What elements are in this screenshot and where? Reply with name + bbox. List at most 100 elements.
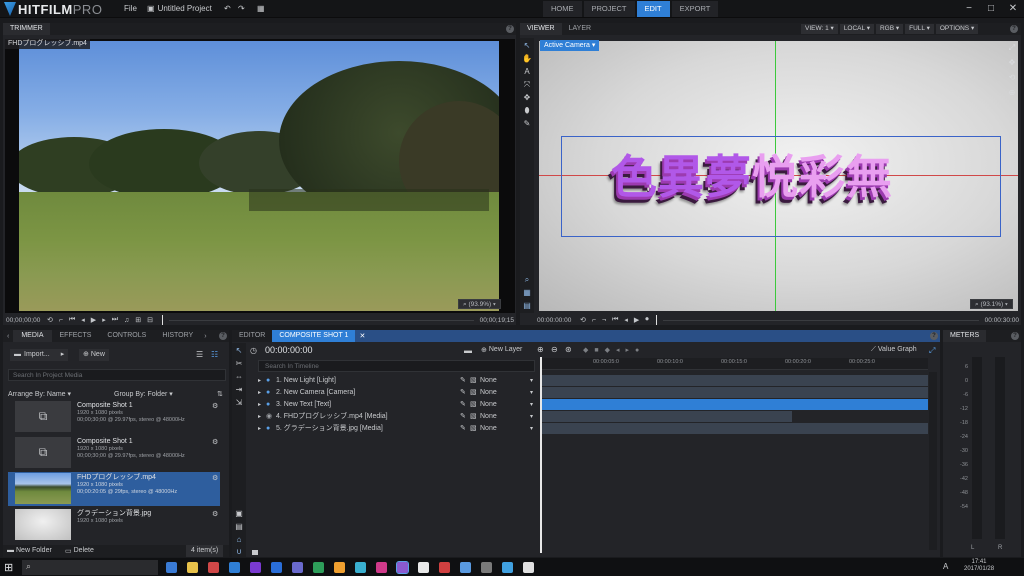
editor-timecode[interactable]: 00:00:00:00 — [265, 345, 313, 355]
local-dropdown[interactable]: LOCAL ▾ — [839, 24, 874, 34]
timeline-playhead[interactable] — [540, 357, 542, 553]
track-bar-light[interactable] — [542, 375, 928, 386]
taskbar-app-icon[interactable] — [355, 562, 366, 573]
taskbar-app-icon[interactable] — [418, 562, 429, 573]
taskbar-search-box[interactable] — [22, 560, 158, 575]
hand-tool-icon[interactable]: ✋ — [521, 53, 533, 65]
taskbar-app-icon[interactable] — [166, 562, 177, 573]
chevron-right-icon[interactable]: › — [201, 333, 209, 340]
media-item[interactable]: ⧉ Composite Shot 1 1920 x 1080 pixels 00… — [8, 400, 220, 434]
zoom-in-icon[interactable]: ⊕ — [1006, 87, 1018, 99]
slip-tool-icon[interactable]: ⇔ — [233, 371, 245, 383]
visibility-icon[interactable]: ● — [266, 401, 276, 408]
gear-icon[interactable]: ⚙ — [212, 438, 218, 446]
new-folder-button[interactable]: ▬ New Folder — [7, 547, 52, 554]
zoom-slider-handle[interactable] — [252, 550, 258, 555]
media-item[interactable]: グラデーション背景.jpg 1920 x 1080 pixels — [8, 508, 220, 542]
remove-marker-icon[interactable]: ⊖ — [551, 345, 558, 354]
options-dropdown[interactable]: OPTIONS ▾ — [935, 24, 979, 34]
volume-icon[interactable]: ♫ — [124, 317, 129, 324]
pen-tool-icon[interactable]: ✎ — [521, 118, 533, 130]
slice-tool-icon[interactable]: ✂ — [233, 358, 245, 370]
tab-export[interactable]: EXPORT — [671, 1, 719, 17]
visibility-icon[interactable]: ● — [266, 377, 276, 384]
track-bar-text[interactable] — [542, 399, 928, 410]
help-icon[interactable]: ? — [1010, 25, 1018, 33]
motion-blur-icon[interactable]: ▧ — [470, 376, 480, 384]
close-icon[interactable]: ✕ — [1006, 2, 1020, 16]
gear-icon[interactable]: ⚙ — [212, 402, 218, 410]
tab-edit[interactable]: EDIT — [636, 1, 670, 17]
timeline-search-input[interactable]: Search In Timeline — [258, 360, 535, 372]
clock[interactable]: 17:41 2017/01/28 — [964, 559, 994, 573]
help-icon[interactable]: ? — [930, 332, 938, 340]
transform-tool-icon[interactable]: ⤧ — [521, 79, 533, 91]
safe-area-icon[interactable]: ▤ — [521, 300, 533, 312]
zoom-tool-icon[interactable]: ⌕ — [521, 274, 533, 286]
add-marker-icon[interactable]: ⊕ — [537, 345, 544, 354]
viewer-canvas[interactable]: 色異夢悦彩無 — [539, 41, 1018, 311]
pen-icon[interactable]: ✎ — [460, 424, 470, 432]
ripple-tool-icon[interactable]: ⇥ — [233, 384, 245, 396]
taskbar-app-icon[interactable] — [334, 562, 345, 573]
help-icon[interactable]: ? — [219, 332, 227, 340]
mark-in-icon[interactable]: ⌐ — [59, 317, 63, 324]
layer-row[interactable]: ▸ ● 5. グラデーション背景.jpg [Media] ✎ ▧ None ▾ — [258, 422, 535, 434]
tab-media[interactable]: MEDIA — [13, 330, 52, 342]
tab-controls[interactable]: CONTROLS — [99, 330, 154, 342]
taskbar-app-icon[interactable] — [187, 562, 198, 573]
track-bar-camera[interactable] — [542, 387, 928, 398]
step-forward-icon[interactable]: ▸ — [102, 316, 106, 324]
value-graph-button[interactable]: ⟋ Value Graph — [871, 346, 917, 354]
viewer-zoom[interactable]: ⌕ (93.1%) ▾ — [970, 299, 1013, 309]
pan-icon[interactable]: ✥ — [1006, 57, 1018, 69]
snap-icon[interactable]: ⌂ — [233, 534, 245, 546]
go-start-icon[interactable]: ⏮ — [612, 316, 618, 324]
tab-composite-shot[interactable]: COMPOSITE SHOT 1 — [272, 330, 356, 342]
view-dropdown[interactable]: VIEW: 1 ▾ — [801, 24, 838, 34]
maximize-icon[interactable]: □ — [984, 2, 998, 16]
text-tool-icon[interactable]: A — [521, 66, 533, 78]
expand-icon[interactable]: ▸ — [258, 377, 266, 384]
layer-row[interactable]: ▸ ● 1. New Light [Light] ✎ ▧ None ▾ — [258, 374, 535, 386]
help-icon[interactable]: ? — [1011, 332, 1019, 340]
help-icon[interactable]: ? — [506, 25, 514, 33]
select-tool-icon[interactable]: ↖ — [521, 40, 533, 52]
close-tab-icon[interactable]: ✕ — [359, 332, 365, 340]
visibility-icon[interactable]: ● — [266, 389, 276, 396]
tab-history[interactable]: HISTORY — [154, 330, 201, 342]
play-icon[interactable]: ▶ — [634, 316, 639, 324]
taskbar-app-icon[interactable] — [229, 562, 240, 573]
fit-icon[interactable]: ⤢ — [1006, 42, 1018, 54]
video-track-icon[interactable]: ▣ — [233, 508, 245, 520]
pen-icon[interactable]: ✎ — [460, 400, 470, 408]
layer-row[interactable]: ▸ ● 2. New Camera [Camera] ✎ ▧ None ▾ — [258, 386, 535, 398]
rotate-icon[interactable]: ⟲ — [1006, 72, 1018, 84]
ime-icon[interactable]: A — [943, 562, 948, 571]
magnet-icon[interactable]: ∪ — [233, 546, 245, 558]
expand-icon[interactable]: ▸ — [258, 413, 266, 420]
tab-layer[interactable]: LAYER — [562, 23, 598, 35]
insert-icon[interactable]: ⊞ — [135, 316, 141, 324]
taskbar-app-icon[interactable] — [523, 562, 534, 573]
chevron-down-icon[interactable]: ▾ — [530, 377, 533, 384]
arrange-dropdown[interactable]: Arrange By: Name ▾ — [8, 390, 71, 398]
chevron-down-icon[interactable]: ▾ — [530, 401, 533, 408]
project-name[interactable]: ▣ Untitled Project — [147, 3, 212, 15]
gear-icon[interactable]: ⚙ — [212, 474, 218, 482]
mask-tool-icon[interactable]: ⬮ — [521, 105, 533, 117]
loop-icon[interactable]: ⟲ — [47, 316, 53, 324]
layer-row[interactable]: ▸ ◉ 4. FHDプログレッシブ.mp4 [Media] ✎ ▧ None ▾ — [258, 410, 535, 422]
trimmer-zoom[interactable]: ⌕ (93.9%) ▾ — [458, 299, 501, 309]
tab-trimmer[interactable]: TRIMMER — [3, 23, 50, 35]
taskbar-app-icon[interactable] — [502, 562, 513, 573]
redo-icon[interactable]: ↷ — [238, 3, 245, 15]
group-dropdown[interactable]: Group By: Folder ▾ — [114, 390, 173, 398]
expand-icon[interactable]: ▸ — [258, 389, 266, 396]
chevron-down-icon[interactable]: ▾ — [530, 425, 533, 432]
tab-project[interactable]: PROJECT — [583, 1, 635, 17]
chevron-down-icon[interactable]: ▾ — [530, 413, 533, 420]
taskbar-app-icon[interactable] — [439, 562, 450, 573]
overlay-icon[interactable]: ⊟ — [147, 316, 153, 324]
play-icon[interactable]: ▶ — [91, 316, 96, 324]
